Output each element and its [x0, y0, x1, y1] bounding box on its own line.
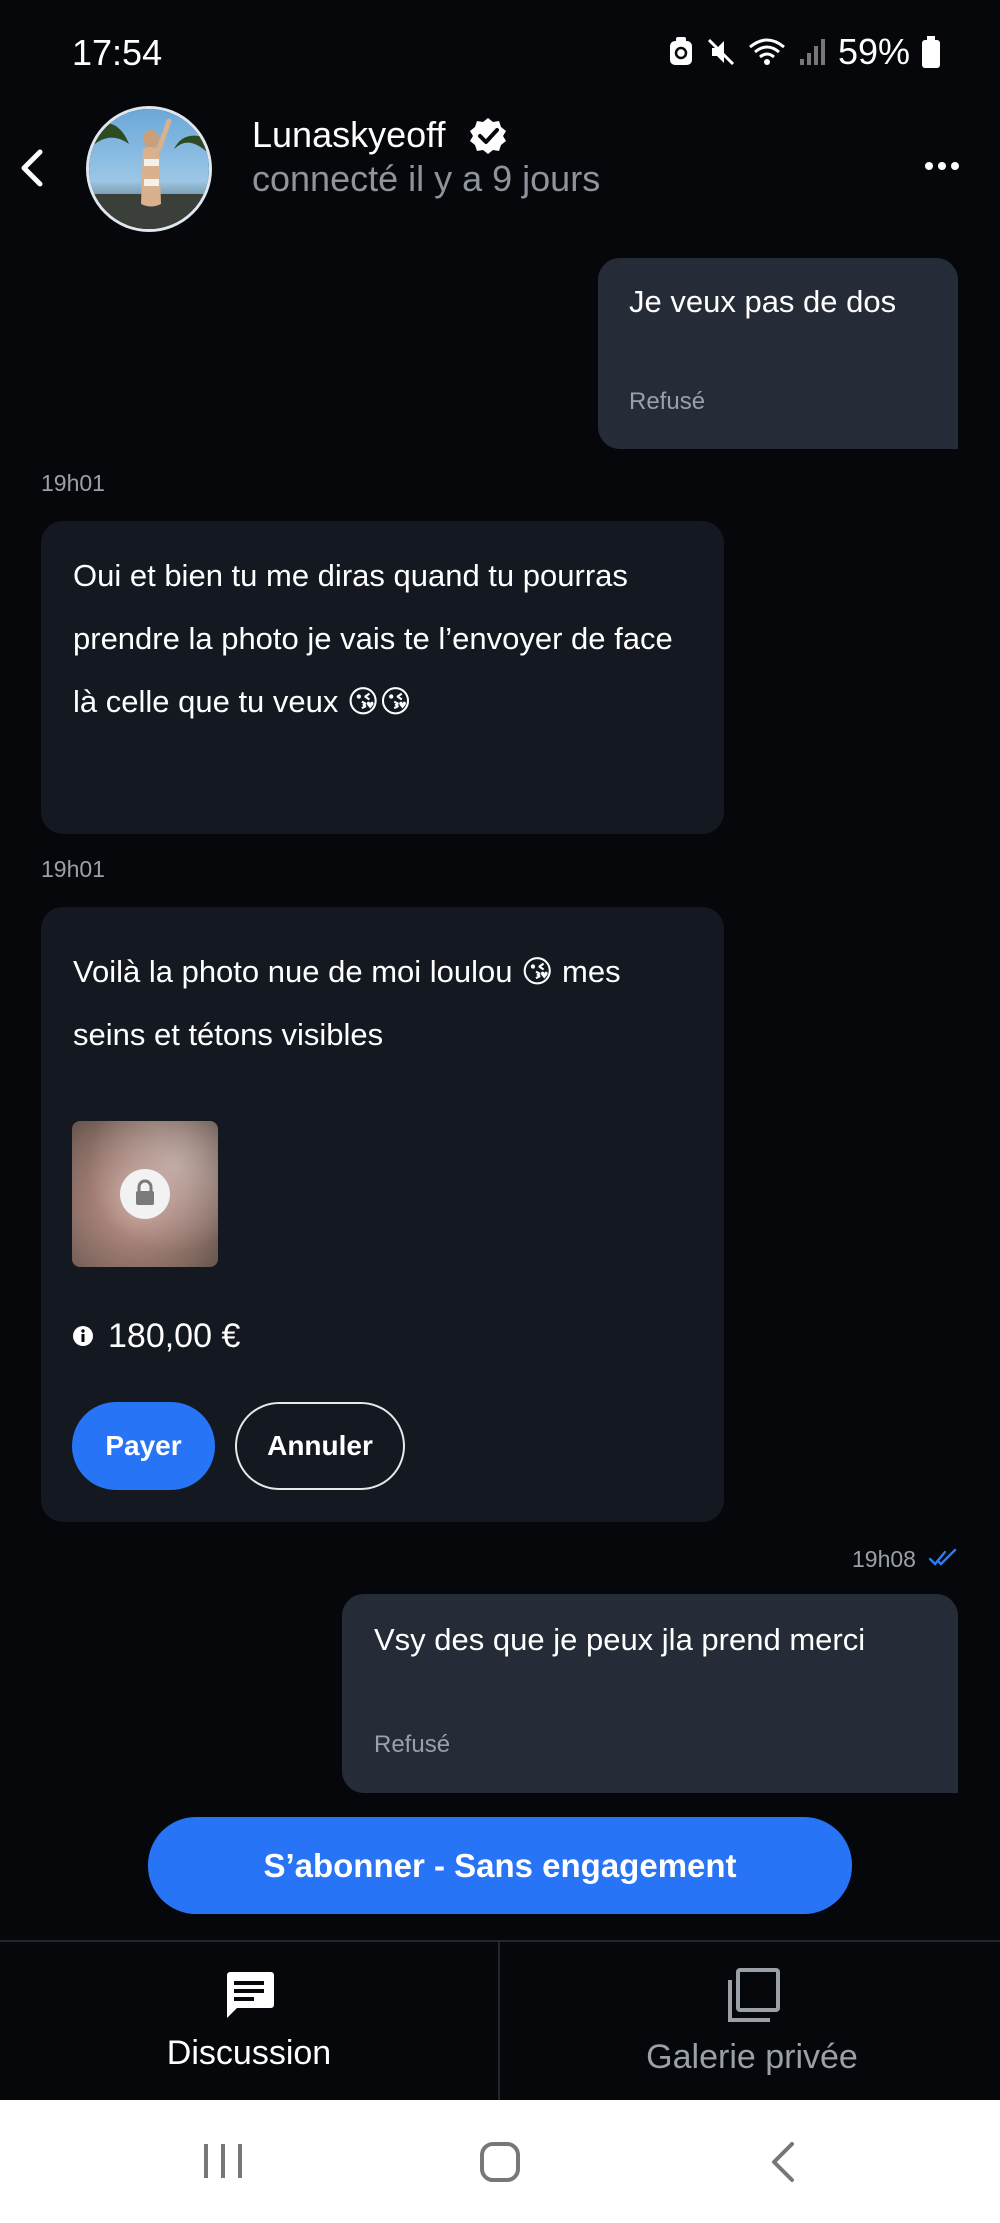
wifi-icon: [748, 38, 785, 65]
cancel-button[interactable]: Annuler: [235, 1402, 405, 1490]
subscribe-button[interactable]: S’abonner - Sans engagement: [148, 1817, 852, 1914]
battery-icon: [922, 36, 940, 68]
avatar[interactable]: [86, 106, 212, 232]
status-icons: 59%: [668, 30, 940, 74]
message-timestamp: 19h01: [41, 856, 105, 882]
contact-name: Lunaskyeoff: [252, 114, 446, 155]
message-timestamp: 19h08: [852, 1546, 916, 1572]
message-bubble-incoming[interactable]: Oui et bien tu me diras quand tu pourras…: [41, 521, 724, 834]
mute-icon: [707, 38, 734, 66]
message-timestamp: 19h01: [41, 470, 105, 496]
tab-discussion[interactable]: Discussion: [0, 1942, 500, 2100]
recent-apps-icon[interactable]: [200, 2140, 246, 2182]
status-time: 17:54: [72, 32, 163, 73]
chat-bubble-icon: [227, 1972, 274, 2018]
recycle-icon: [669, 37, 692, 65]
message-status: Refusé: [629, 388, 706, 415]
system-navigation-bar: [0, 2100, 1000, 2223]
more-options-icon[interactable]: [922, 156, 962, 176]
lock-icon: [120, 1169, 170, 1219]
status-bar: 17:54 59%: [0, 0, 1000, 110]
message-text: Voilà la photo nue de moi loulou 😘 mes s…: [73, 954, 621, 1052]
message-bubble-outgoing[interactable]: Je veux pas de dos Refusé: [598, 258, 958, 449]
back-arrow-icon[interactable]: [14, 146, 50, 190]
home-icon[interactable]: [478, 2140, 522, 2184]
back-nav-icon[interactable]: [768, 2140, 798, 2184]
message-text: Oui et bien tu me diras quand tu pourras…: [73, 558, 673, 719]
read-receipt-icon: [928, 1548, 957, 1566]
message-text: Je veux pas de dos: [629, 284, 897, 319]
pay-button[interactable]: Payer: [72, 1402, 215, 1490]
signal-icon: [799, 39, 825, 65]
tab-private-gallery[interactable]: Galerie privée: [502, 1942, 1000, 2100]
message-bubble-outgoing[interactable]: Vsy des que je peux jla prend merci Refu…: [342, 1594, 958, 1793]
info-icon: [73, 1326, 93, 1346]
contact-last-seen: connecté il y a 9 jours: [252, 158, 601, 199]
bottom-tab-bar: Discussion Galerie privée: [0, 1940, 1000, 2100]
price-label: 180,00 €: [108, 1316, 241, 1355]
battery-percentage: 59%: [837, 31, 910, 72]
tab-label: Discussion: [166, 2034, 332, 2072]
message-text: Vsy des que je peux jla prend merci: [374, 1622, 866, 1657]
gallery-icon: [728, 1968, 780, 2022]
chat-header: Lunaskyeoff connecté il y a 9 jours: [0, 100, 1000, 240]
price-row: 180,00 €: [72, 1314, 240, 1358]
tab-label: Galerie privée: [646, 2038, 858, 2076]
message-status: Refusé: [374, 1731, 451, 1758]
verified-badge-icon: [470, 118, 506, 154]
locked-photo-thumbnail[interactable]: [72, 1121, 218, 1267]
